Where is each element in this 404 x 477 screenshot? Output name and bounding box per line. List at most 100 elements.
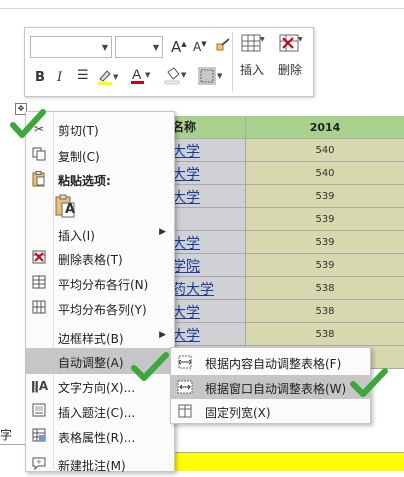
menu-item-label: 粘贴选项: xyxy=(58,174,111,188)
checkmark-icon xyxy=(131,352,169,381)
insert-button[interactable]: ▼ 插入 xyxy=(237,32,267,78)
submenu-item-label: 根据内容自动调整表格(F) xyxy=(205,357,342,371)
copy-icon xyxy=(31,147,47,163)
svg-text:▼: ▼ xyxy=(113,73,119,81)
menu-item-label: 剪切(T) xyxy=(58,124,99,138)
submenu-item-label: 根据窗口自动调整表格(W) xyxy=(205,382,347,396)
header-name-cell[interactable]: 名称 xyxy=(168,116,246,139)
svg-text:▼: ▼ xyxy=(181,71,187,79)
menu-item-label: 自动调整(A) xyxy=(58,356,124,370)
menu-item-copy[interactable]: 复制(C) xyxy=(26,142,174,168)
shrink-font-icon[interactable]: A▼ xyxy=(193,40,207,54)
font-name-select[interactable]: ▼ xyxy=(30,36,112,58)
name-text: 大学 xyxy=(172,305,200,321)
value-cell[interactable]: 539 xyxy=(246,185,404,208)
name-cell[interactable]: 大学 xyxy=(168,162,246,185)
menu-item-label: 平均分布各行(N) xyxy=(58,278,149,292)
menu-item-new-comment[interactable]: + 新建批注(M) xyxy=(26,451,174,477)
chevron-down-icon: ▼ xyxy=(152,43,159,52)
svg-text:▼: ▼ xyxy=(298,36,303,43)
submenu-arrow-icon: ▶ xyxy=(159,330,166,340)
menu-item-distribute-rows[interactable]: 平均分布各行(N) xyxy=(26,270,174,296)
value-cell[interactable]: 538 xyxy=(246,277,404,300)
delete-table-icon xyxy=(31,250,47,266)
value-cell[interactable]: 540 xyxy=(246,139,404,162)
grow-font-icon[interactable]: A▲ xyxy=(171,38,187,56)
table-header-row: 名称 2014 xyxy=(168,116,404,139)
value-text: 538 xyxy=(315,283,335,294)
menu-item-label: 文字方向(X)... xyxy=(58,381,136,395)
name-cell[interactable]: 大学 xyxy=(168,323,246,346)
menu-item-label: 边框样式(B) xyxy=(58,332,124,346)
menu-item-distribute-columns[interactable]: 平均分布各列(Y) xyxy=(26,295,174,321)
name-text: 大学 xyxy=(172,328,200,344)
insert-label: 插入 xyxy=(239,63,264,77)
italic-button[interactable]: I xyxy=(57,70,62,85)
submenu-item-autofit-window[interactable]: 根据窗口自动调整表格(W) xyxy=(171,375,370,399)
delete-button[interactable]: ▼ 删除 xyxy=(275,32,305,78)
table-row: 大学 538 xyxy=(168,300,404,323)
menu-item-label: 复制(C) xyxy=(58,150,100,164)
page-edge xyxy=(0,8,404,9)
value-text: 539 xyxy=(315,260,335,271)
shading-icon[interactable]: ▼ xyxy=(164,66,188,90)
menu-item-paste-options: 粘贴选项: xyxy=(26,166,174,192)
borders-icon[interactable]: ▼ xyxy=(197,66,223,90)
center-align-icon[interactable]: ☰ xyxy=(77,68,89,83)
autofit-submenu: 根据内容自动调整表格(F) 根据窗口自动调整表格(W) 固定列宽(X) xyxy=(170,347,371,424)
insert-table-icon: ▼ xyxy=(241,34,265,52)
svg-text:▼: ▼ xyxy=(217,72,223,80)
value-cell[interactable]: 539 xyxy=(246,231,404,254)
menu-item-border-styles[interactable]: 边框样式(B) ▶ xyxy=(26,324,174,350)
name-text: 大学 xyxy=(172,190,200,206)
name-cell[interactable]: 学院 xyxy=(168,254,246,277)
menu-item-cut[interactable]: ✂ 剪切(T) xyxy=(26,116,174,142)
name-cell[interactable]: 大学 xyxy=(168,300,246,323)
highlight-color-icon[interactable]: ▼ xyxy=(97,68,119,90)
name-cell[interactable]: 大学 xyxy=(168,185,246,208)
format-painter-icon[interactable] xyxy=(215,37,231,57)
value-cell[interactable]: 538 xyxy=(246,300,404,323)
name-cell[interactable]: 药大学 xyxy=(168,277,246,300)
font-color-icon[interactable]: A ▼ xyxy=(130,66,152,90)
header-year-cell[interactable]: 2014 xyxy=(246,116,404,139)
value-cell[interactable]: 540 xyxy=(246,162,404,185)
menu-item-label: 平均分布各列(Y) xyxy=(58,303,147,317)
value-cell[interactable]: 538 xyxy=(246,323,404,346)
insert-caption-icon xyxy=(31,403,47,419)
checkmark-icon xyxy=(350,368,388,397)
paste-keep-text-only-button[interactable]: A xyxy=(54,194,76,218)
table-row: 大学 540 xyxy=(168,162,404,185)
name-cell[interactable]: 大学 xyxy=(168,139,246,162)
menu-item-table-properties[interactable]: 表格属性(R)... xyxy=(26,423,174,449)
value-text: 540 xyxy=(315,168,335,179)
distribute-columns-icon xyxy=(31,300,47,316)
svg-text:▼: ▼ xyxy=(145,71,151,79)
value-cell[interactable]: 539 xyxy=(246,208,404,231)
submenu-item-fixed-width[interactable]: 固定列宽(X) xyxy=(171,399,370,423)
name-cell[interactable] xyxy=(168,208,246,231)
name-text: 学院 xyxy=(172,259,200,275)
name-text: 大学 xyxy=(172,167,200,183)
font-size-select[interactable]: ▼ xyxy=(115,36,163,58)
header-year-text: 2014 xyxy=(309,121,341,134)
bold-button[interactable]: B xyxy=(35,70,45,85)
paste-icon xyxy=(31,171,47,187)
delete-table-icon: ▼ xyxy=(279,34,303,52)
value-cell[interactable]: 539 xyxy=(246,254,404,277)
paste-option-text: A xyxy=(65,202,76,217)
value-text: 540 xyxy=(315,145,335,156)
menu-item-delete-table[interactable]: 删除表格(T) xyxy=(26,245,174,271)
value-text: 538 xyxy=(315,306,335,317)
menu-item-label: 插入题注(C)... xyxy=(58,406,136,420)
highlighted-row[interactable] xyxy=(175,452,404,471)
menu-item-label: 表格属性(R)... xyxy=(58,431,136,445)
submenu-item-autofit-contents[interactable]: 根据内容自动调整表格(F) xyxy=(171,350,370,374)
table-row: 药大学 538 xyxy=(168,277,404,300)
menu-item-insert-caption[interactable]: 插入题注(C)... xyxy=(26,398,174,424)
table-properties-icon xyxy=(31,428,47,444)
name-text: 大学 xyxy=(172,144,200,160)
name-cell[interactable]: 大学 xyxy=(168,231,246,254)
menu-item-insert[interactable]: 插入(I) ▶ xyxy=(26,221,174,247)
autofit-contents-icon xyxy=(177,354,193,370)
